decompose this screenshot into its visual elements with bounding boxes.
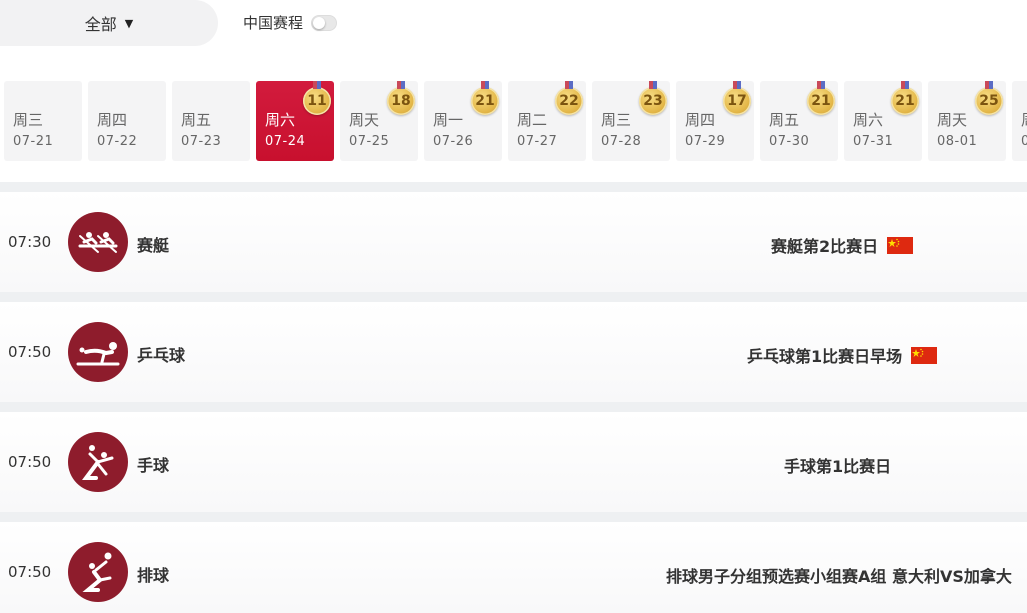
medal-count-badge: 21 [807, 81, 835, 115]
sport-name: 赛艇 [137, 236, 170, 255]
date-strip[interactable]: 周三 07-21 周四 07-22 周五 07-23 11 周六 07-24 1… [4, 81, 1027, 161]
date-weekday: 周六 [265, 111, 296, 129]
handball-icon [68, 432, 128, 492]
date-day: 07-22 [97, 134, 138, 149]
date-weekday: 周三 [13, 111, 44, 129]
date-day: 07-28 [601, 134, 642, 149]
medal-count-badge: 18 [387, 81, 415, 115]
event-time: 07:50 [8, 563, 52, 581]
date-tab[interactable]: 21 周六 07-31 [844, 81, 922, 161]
date-day: 0 [1021, 134, 1027, 149]
date-weekday: 周四 [97, 111, 128, 129]
date-tab-active[interactable]: 11 周六 07-24 [256, 81, 334, 161]
date-day: 07-26 [433, 134, 474, 149]
date-weekday: 周三 [601, 111, 632, 129]
event-title[interactable]: 排球男子分组预选赛小组赛A组 意大利VS加拿大 [666, 563, 1012, 587]
event-title[interactable]: 赛艇第2比赛日 [771, 233, 878, 257]
date-day: 07-30 [769, 134, 810, 149]
event-title[interactable]: 手球第1比赛日 [784, 453, 891, 477]
date-weekday: 周五 [769, 111, 800, 129]
date-weekday: 周天 [349, 111, 380, 129]
date-weekday: 周 [1021, 111, 1027, 129]
date-tab[interactable]: 周四 07-22 [88, 81, 166, 161]
sport-filter-dropdown[interactable]: 全部 ▼ [0, 0, 218, 46]
china-flag-icon [911, 347, 937, 364]
date-tab[interactable]: 23 周三 07-28 [592, 81, 670, 161]
date-weekday: 周五 [181, 111, 212, 129]
medal-count-badge: 11 [303, 81, 331, 115]
date-tab[interactable]: 17 周四 07-29 [676, 81, 754, 161]
date-day: 07-27 [517, 134, 558, 149]
medal-count-badge: 21 [891, 81, 919, 115]
date-tab[interactable]: 21 周五 07-30 [760, 81, 838, 161]
event-row[interactable]: 07:50 乒乓球 乒乓球第1比赛日早场 [0, 302, 1027, 402]
divider [0, 182, 1027, 192]
china-schedule-toggle-group[interactable]: 中国赛程 [243, 12, 338, 33]
date-tab[interactable]: 22 周二 07-27 [508, 81, 586, 161]
event-title[interactable]: 乒乓球第1比赛日早场 [747, 343, 902, 367]
rowing-icon [68, 212, 128, 272]
date-day: 07-29 [685, 134, 726, 149]
event-row[interactable]: 07:30 赛艇 赛艇第2比赛日 [0, 192, 1027, 292]
event-time: 07:30 [8, 233, 52, 251]
divider [0, 402, 1027, 412]
china-flag-icon [887, 237, 913, 254]
date-weekday: 周四 [685, 111, 716, 129]
divider [0, 292, 1027, 302]
date-weekday: 周一 [433, 111, 464, 129]
medal-count-badge: 17 [723, 81, 751, 115]
medal-count-badge: 25 [975, 81, 1003, 115]
sport-name: 乒乓球 [137, 346, 186, 365]
china-schedule-label: 中国赛程 [243, 14, 304, 32]
toggle-knob [313, 16, 326, 29]
filter-label: 全部 [84, 15, 117, 34]
sport-name: 手球 [137, 456, 170, 475]
date-tab[interactable]: 21 周一 07-26 [424, 81, 502, 161]
date-tab[interactable]: 周五 07-23 [172, 81, 250, 161]
date-weekday: 周六 [853, 111, 884, 129]
event-row[interactable]: 07:50 手球 手球第1比赛日 [0, 412, 1027, 512]
date-weekday: 周天 [937, 111, 968, 129]
sport-name: 排球 [137, 566, 170, 585]
date-tab[interactable]: 25 周天 08-01 [928, 81, 1006, 161]
medal-count-badge: 21 [471, 81, 499, 115]
date-tab[interactable]: 周三 07-21 [4, 81, 82, 161]
date-day: 07-25 [349, 134, 390, 149]
divider [0, 512, 1027, 522]
date-day: 07-21 [13, 134, 54, 149]
date-day: 07-31 [853, 134, 894, 149]
medal-count-badge: 22 [555, 81, 583, 115]
date-day: 08-01 [937, 134, 978, 149]
date-day: 07-24 [265, 134, 306, 149]
china-schedule-toggle[interactable] [311, 14, 338, 31]
caret-down-icon: ▼ [124, 16, 134, 30]
date-tab[interactable]: 18 周天 07-25 [340, 81, 418, 161]
date-day: 07-23 [181, 134, 222, 149]
volleyball-icon [68, 542, 128, 602]
date-weekday: 周二 [517, 111, 548, 129]
event-row[interactable]: 07:50 排球 排球男子分组预选赛小组赛A组 意大利VS加拿大 [0, 522, 1027, 613]
event-time: 07:50 [8, 453, 52, 471]
table-tennis-icon [68, 322, 128, 382]
medal-count-badge: 23 [639, 81, 667, 115]
event-time: 07:50 [8, 343, 52, 361]
date-tab[interactable]: 周 0 [1012, 81, 1027, 161]
